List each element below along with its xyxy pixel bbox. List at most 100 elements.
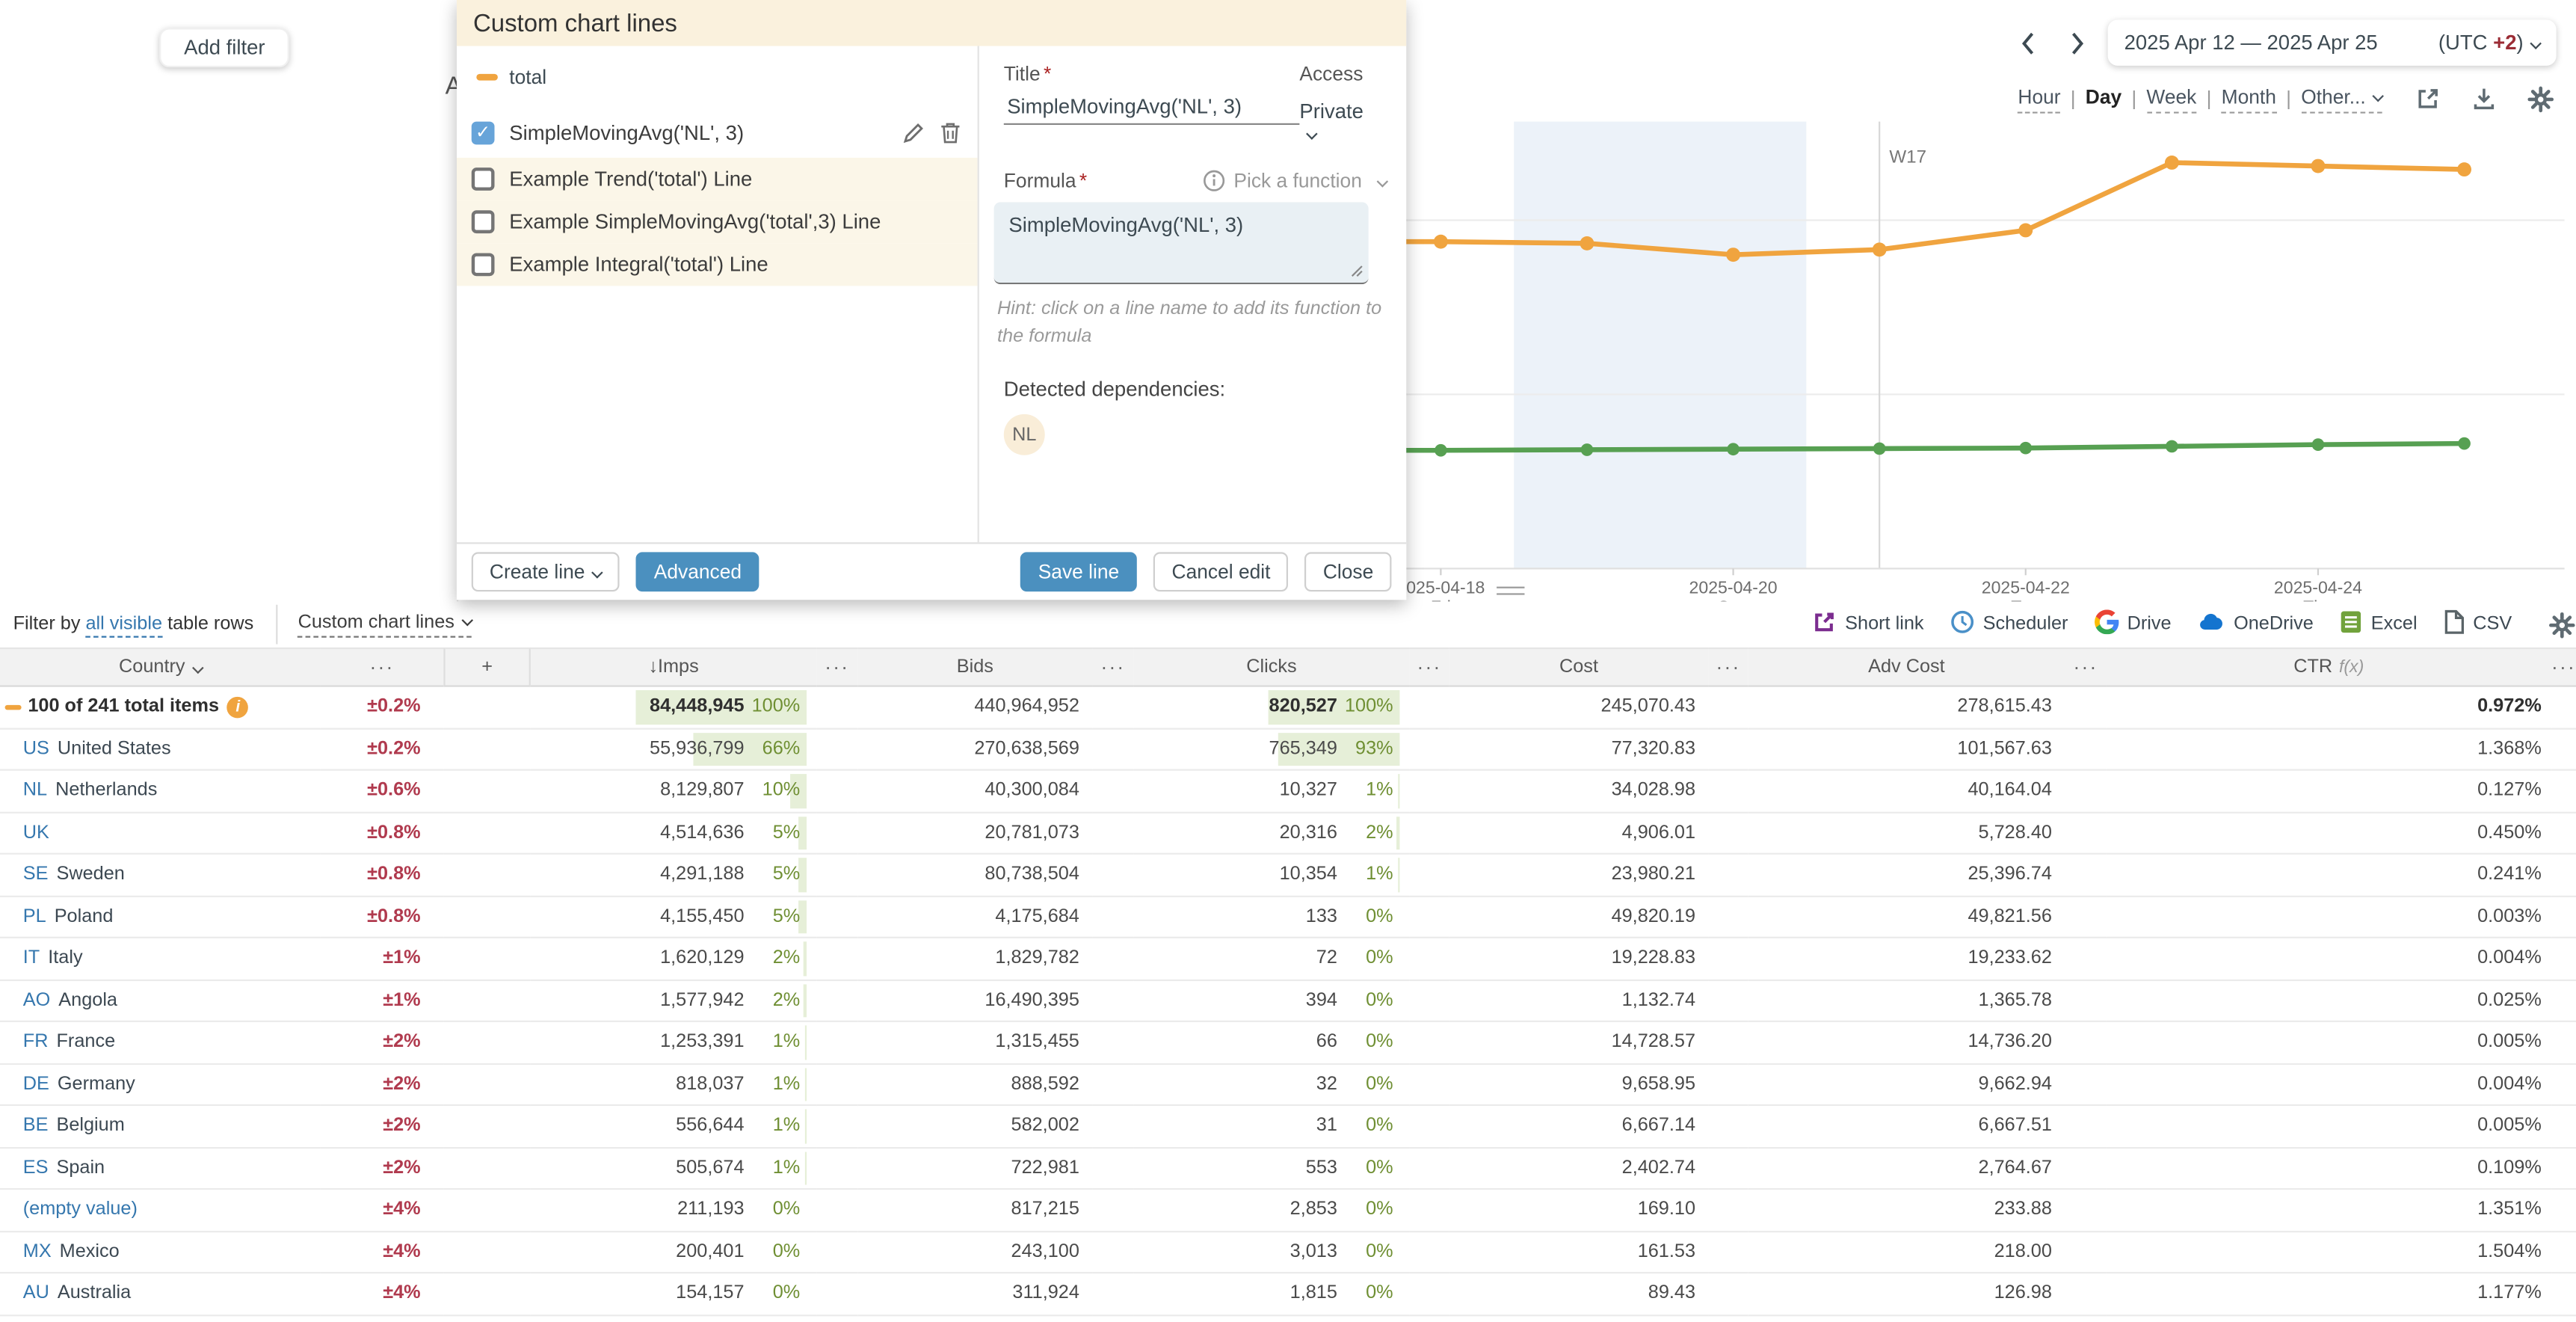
granularity-day[interactable]: Day bbox=[2086, 85, 2121, 111]
line-checkbox-checked[interactable]: ✓ bbox=[472, 122, 495, 145]
info-icon[interactable]: i bbox=[227, 696, 249, 718]
formula-textarea[interactable]: SimpleMovingAvg('NL', 3) bbox=[994, 202, 1369, 284]
example-line-label[interactable]: Example Integral('total') Line bbox=[509, 253, 977, 276]
chart-resize-handle[interactable] bbox=[1497, 587, 1524, 600]
custom-line-label[interactable]: SimpleMovingAvg('NL', 3) bbox=[509, 122, 902, 145]
table-row-country-cell[interactable]: ITItaly bbox=[0, 938, 321, 980]
all-visible-link[interactable]: all visible bbox=[85, 615, 162, 638]
column-options-button[interactable]: ··· bbox=[2065, 648, 2107, 687]
column-options-button[interactable]: ··· bbox=[1410, 648, 1449, 687]
pick-function-dropdown[interactable]: Pick a function bbox=[1203, 169, 1393, 192]
ctr-value: 1.504% bbox=[2477, 1242, 2551, 1261]
granularity-month[interactable]: Month bbox=[2222, 84, 2276, 112]
table-row-country-cell[interactable]: 100 of 241 total itemsi bbox=[0, 687, 321, 729]
country-code-link[interactable]: PL bbox=[23, 907, 46, 926]
date-range-picker[interactable]: 2025 Apr 12 — 2025 Apr 25 (UTC +2) bbox=[2108, 19, 2557, 66]
dependency-chip[interactable]: NL bbox=[1004, 414, 1045, 455]
table-row-country-cell[interactable]: BEBelgium bbox=[0, 1106, 321, 1148]
cell-spacer bbox=[443, 1064, 530, 1106]
country-code-link[interactable]: US bbox=[23, 739, 49, 758]
export-excel[interactable]: Excel bbox=[2340, 609, 2418, 639]
country-code-link[interactable]: NL bbox=[23, 781, 47, 800]
export-onedrive[interactable]: OneDrive bbox=[2198, 609, 2314, 639]
country-code-link[interactable]: AU bbox=[23, 1284, 49, 1303]
column-header-clicks[interactable]: Clicks bbox=[1133, 648, 1409, 687]
delete-trash-icon[interactable] bbox=[940, 122, 961, 145]
cancel-edit-button[interactable]: Cancel edit bbox=[1153, 552, 1288, 591]
table-row-country-cell[interactable]: AOAngola bbox=[0, 980, 321, 1022]
column-header-ctr[interactable]: CTRf(x) bbox=[2106, 648, 2551, 687]
country-code-link[interactable]: AO bbox=[23, 991, 51, 1010]
line-checkbox[interactable] bbox=[472, 253, 495, 276]
granularity-week[interactable]: Week bbox=[2146, 84, 2196, 112]
edit-pencil-icon[interactable] bbox=[902, 122, 925, 145]
country-code-link[interactable]: MX bbox=[23, 1242, 52, 1261]
country-code-link[interactable]: FR bbox=[23, 1033, 49, 1052]
example-line-label[interactable]: Example SimpleMovingAvg('total',3) Line bbox=[509, 210, 977, 233]
cell-spacer bbox=[443, 813, 530, 855]
column-header-country[interactable]: Country bbox=[0, 648, 321, 687]
close-button[interactable]: Close bbox=[1305, 552, 1392, 591]
table-row-country-cell[interactable]: USUnited States bbox=[0, 729, 321, 771]
column-options-button[interactable]: ··· bbox=[1709, 648, 1748, 687]
table-row-country-cell[interactable]: MXMexico bbox=[0, 1232, 321, 1273]
next-period-button[interactable] bbox=[2059, 23, 2095, 63]
country-code-link[interactable]: IT bbox=[23, 949, 40, 968]
table-row-country-cell[interactable]: NLNetherlands bbox=[0, 771, 321, 813]
table-row-country-cell[interactable]: DEGermany bbox=[0, 1064, 321, 1106]
save-line-button[interactable]: Save line bbox=[1020, 552, 1138, 591]
column-options-button[interactable]: ··· bbox=[1092, 648, 1133, 687]
metric-value: 72 bbox=[1133, 949, 1337, 968]
export-scheduler[interactable]: Scheduler bbox=[1950, 609, 2068, 639]
cell-spacer bbox=[2065, 729, 2107, 771]
table-row-country-cell[interactable]: (empty value) bbox=[0, 1190, 321, 1232]
granularity-options: Hour|Day|Week|Month|Other... bbox=[2018, 84, 2382, 112]
create-line-button[interactable]: Create line bbox=[472, 552, 620, 591]
table-row-country-cell[interactable]: FRFrance bbox=[0, 1022, 321, 1064]
export-chart-button[interactable] bbox=[2412, 82, 2444, 115]
export-drive[interactable]: Drive bbox=[2095, 609, 2172, 639]
value-share-bar bbox=[804, 941, 807, 975]
uncertainty-value: ±1% bbox=[383, 991, 443, 1010]
prev-period-button[interactable] bbox=[2009, 23, 2045, 63]
access-select[interactable]: Private bbox=[1299, 100, 1376, 147]
cell-spacer bbox=[2551, 897, 2576, 938]
table-row-country-cell[interactable]: AUAustralia bbox=[0, 1273, 321, 1315]
advanced-button[interactable]: Advanced bbox=[636, 552, 760, 591]
series-legend-item[interactable]: total bbox=[457, 56, 978, 99]
download-chart-button[interactable] bbox=[2468, 82, 2500, 115]
country-code-link[interactable]: ES bbox=[23, 1158, 49, 1178]
line-checkbox[interactable] bbox=[472, 167, 495, 191]
cost-cell: 34,028.98 bbox=[1449, 771, 1708, 813]
table-row-country-cell[interactable]: UK bbox=[0, 813, 321, 855]
table-settings-button[interactable] bbox=[2548, 610, 2576, 638]
column-options-button[interactable]: ··· bbox=[816, 648, 857, 687]
table-row-country-cell[interactable]: ESSpain bbox=[0, 1148, 321, 1190]
example-line-label[interactable]: Example Trend('total') Line bbox=[509, 167, 977, 191]
country-code-link[interactable]: BE bbox=[23, 1116, 49, 1136]
column-header-cost[interactable]: Cost bbox=[1449, 648, 1708, 687]
export-short-link[interactable]: Short link bbox=[1812, 609, 1923, 639]
country-code-link[interactable]: UK bbox=[23, 823, 49, 842]
table-row-country-cell[interactable]: SESweden bbox=[0, 855, 321, 897]
resize-grip-icon[interactable] bbox=[1351, 265, 1364, 278]
export-csv[interactable]: CSV bbox=[2444, 609, 2512, 639]
table-row-country-cell[interactable]: PLPoland bbox=[0, 897, 321, 938]
example-line-row: Example Trend('total') Line bbox=[457, 158, 978, 200]
title-input[interactable]: SimpleMovingAvg('NL', 3) bbox=[1004, 85, 1300, 125]
add-column-button[interactable]: + bbox=[443, 648, 530, 687]
column-header-bids[interactable]: Bids bbox=[857, 648, 1092, 687]
column-options-button[interactable]: ··· bbox=[2551, 648, 2576, 687]
chart-settings-button[interactable] bbox=[2524, 82, 2557, 115]
column-options-button[interactable]: ··· bbox=[321, 648, 444, 687]
line-checkbox[interactable] bbox=[472, 210, 495, 233]
granularity-hour[interactable]: Hour bbox=[2018, 84, 2060, 112]
uncertainty-value: ±2% bbox=[383, 1158, 443, 1178]
column-header-adv-cost[interactable]: Adv Cost bbox=[1748, 648, 2065, 687]
country-code-link[interactable]: DE bbox=[23, 1074, 49, 1094]
add-filter-button[interactable]: Add filter bbox=[159, 28, 289, 67]
column-header-imps[interactable]: ↓ Imps bbox=[531, 648, 816, 687]
custom-chart-lines-dropdown[interactable]: Custom chart lines bbox=[298, 612, 471, 637]
granularity-other[interactable]: Other... bbox=[2301, 84, 2382, 112]
country-code-link[interactable]: SE bbox=[23, 865, 49, 885]
